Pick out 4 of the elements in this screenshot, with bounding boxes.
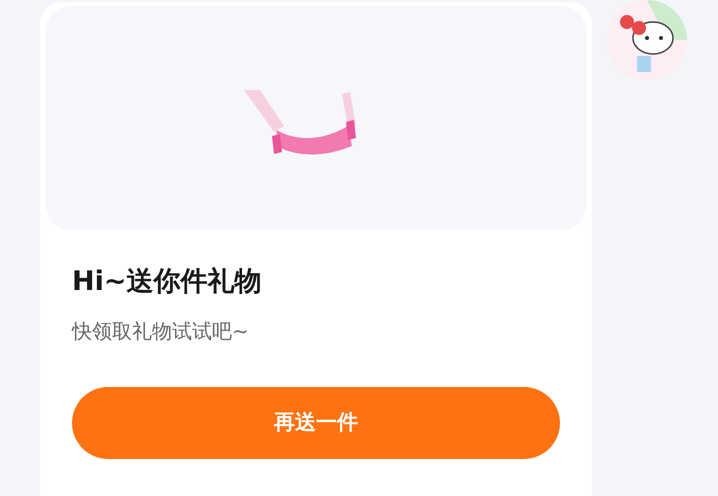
card-title: Hi~送你件礼物 <box>72 265 262 299</box>
send-again-button[interactable]: 再送一件 <box>72 387 560 459</box>
cat-avatar-icon[interactable] <box>607 0 687 80</box>
card-subtitle: 快领取礼物试试吧~ <box>72 318 250 345</box>
